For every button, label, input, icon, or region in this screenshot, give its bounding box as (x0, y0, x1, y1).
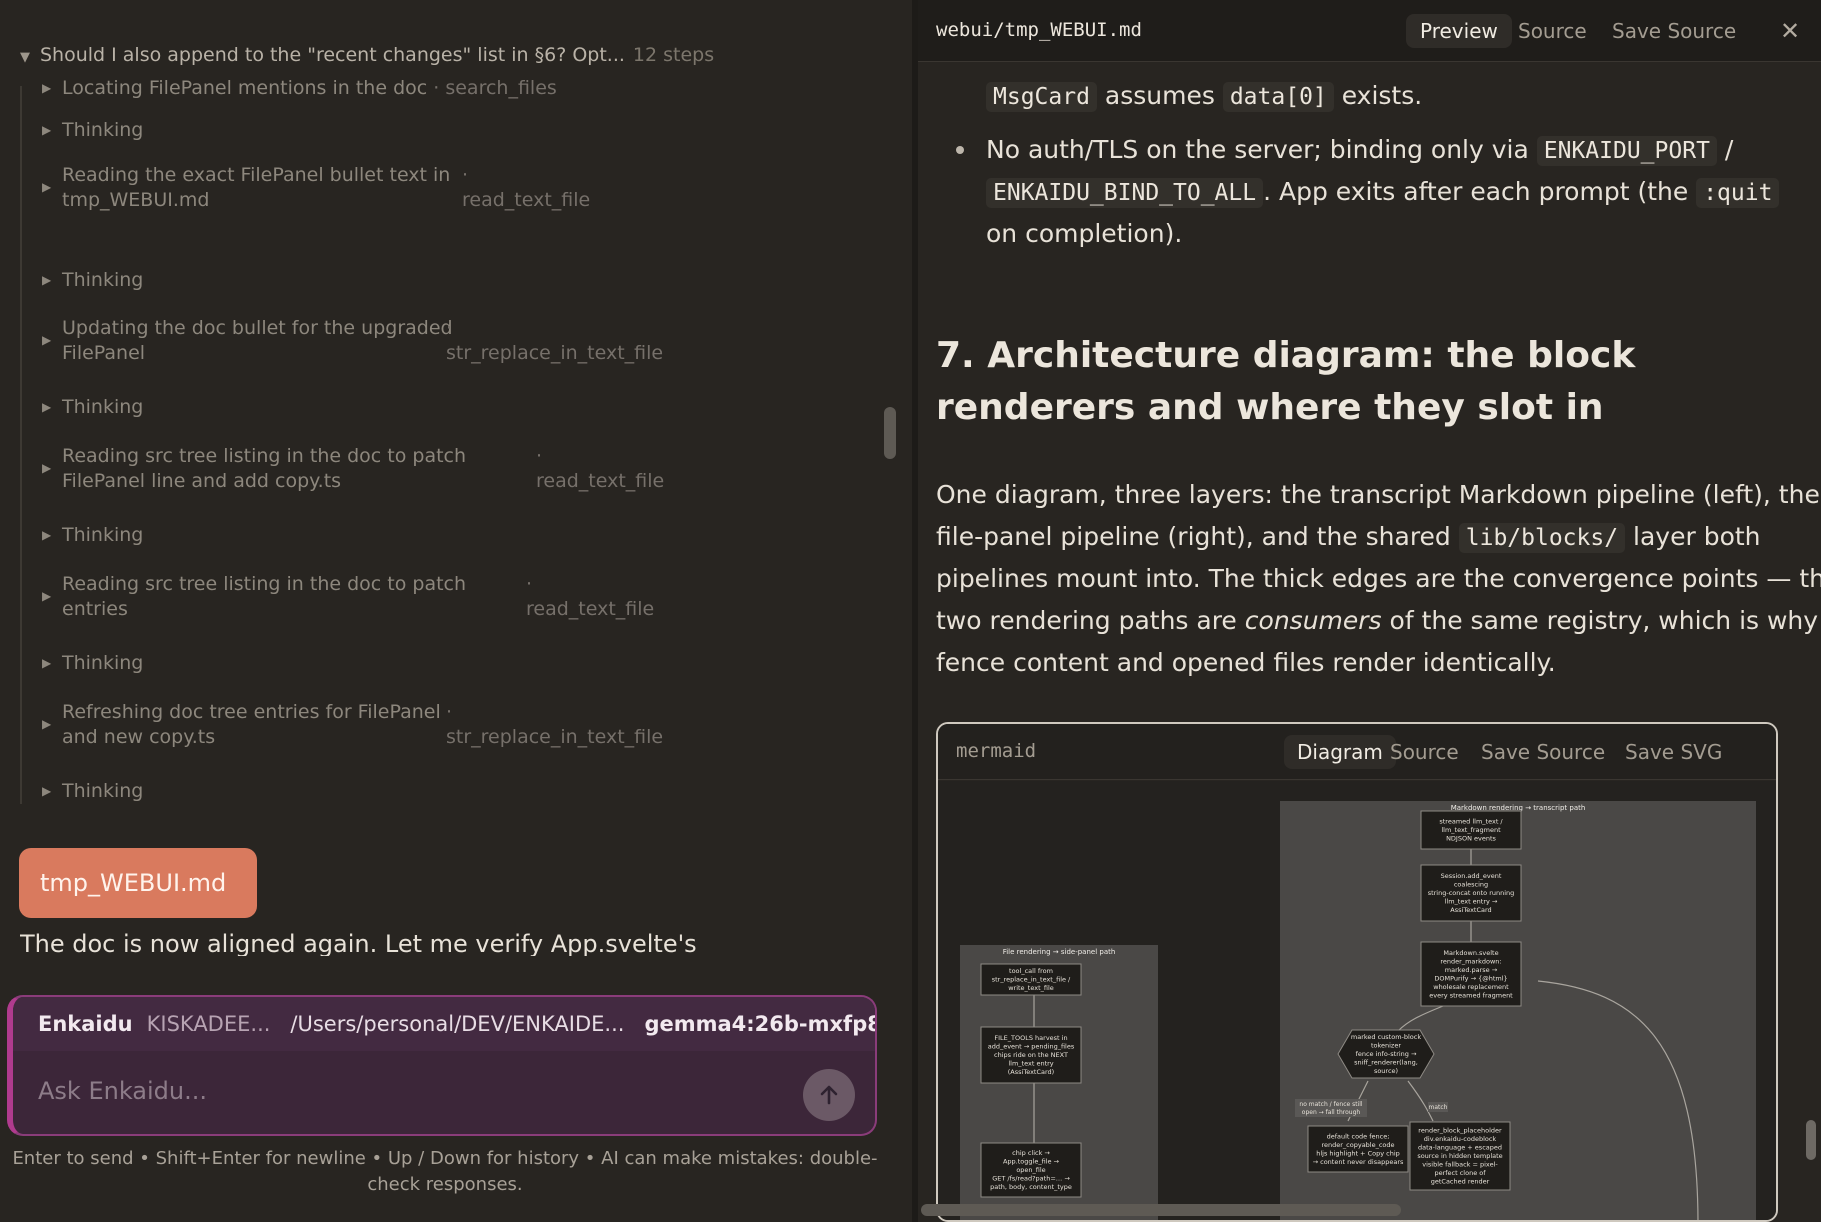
expand-triangle-icon: ▶ (42, 784, 52, 798)
bullet-line: No auth/TLS on the server; binding only … (986, 135, 1734, 166)
save-source-button[interactable]: Save Source (1468, 735, 1618, 769)
tab-source[interactable]: Source (1504, 14, 1601, 48)
expand-triangle-icon: ▶ (42, 656, 52, 670)
step-label: Locating FilePanel mentions in the doc ·… (62, 77, 557, 99)
preview-pane: webui/tmp_WEBUI.md Preview Source Save S… (918, 0, 1821, 1222)
paragraph-line: two rendering paths are consumers of the… (936, 606, 1819, 635)
send-button[interactable] (803, 1069, 855, 1121)
composer: Enkaidu KISKADEE... /Users/personal/DEV/… (7, 995, 877, 1136)
mermaid-diagram[interactable]: File rendering → side-panel path Markdown… (938, 781, 1776, 1220)
expand-triangle-icon: ▶ (42, 180, 52, 194)
session-name: KISKADEE... (146, 1012, 271, 1036)
step-label: Reading src tree listing in the doc to p… (62, 445, 467, 467)
expand-triangle-icon: ▶ (42, 333, 52, 347)
step-tool: read_text_file (536, 470, 665, 492)
working-path: /Users/personal/DEV/ENKAIDE... (290, 1012, 625, 1036)
step-tool: search_files (445, 77, 557, 99)
step-label-line2: entries (62, 598, 128, 620)
step-label-line2: FilePanel line and add copy.ts (62, 470, 342, 492)
expand-triangle-icon: ▶ (42, 717, 52, 731)
paragraph-line: One diagram, three layers: the transcrip… (936, 480, 1820, 509)
step-tool: str_replace_in_text_file (446, 726, 664, 748)
step-label: Thinking (62, 396, 144, 418)
steps-rail (20, 86, 22, 804)
paragraph-line: file-panel pipeline (right), and the sha… (936, 522, 1761, 553)
diagram-svg: File rendering → side-panel path Markdown… (960, 801, 1756, 1220)
edge-label-no-match: no match / fence still open → fall throug… (1299, 1101, 1363, 1116)
save-source-button[interactable]: Save Source (1598, 14, 1750, 48)
transcript-pane: ▼ Should I also append to the "recent cha… (0, 0, 912, 1222)
step-label: Thinking (62, 524, 144, 546)
expand-triangle-icon: ▶ (42, 123, 52, 137)
step-label-line2: and new copy.ts (62, 726, 216, 748)
bullet-line: MsgCard assumes data[0] exists. (986, 78, 1422, 115)
edge-label-match: match (1429, 1104, 1448, 1111)
file-chip[interactable]: tmp_WEBUI.md (19, 848, 257, 918)
model-name: gemma4:26b-mxfp8 (644, 1012, 877, 1036)
steps-toggle[interactable]: ▼ Should I also append to the "recent cha… (20, 44, 714, 66)
paragraph-line: pipelines mount into. The thick edges ar… (936, 564, 1821, 593)
transcript-scrollbar[interactable] (884, 407, 896, 459)
step-label: Updating the doc bullet for the upgraded (62, 317, 453, 339)
expand-triangle-icon: ▶ (42, 589, 52, 603)
bullet-dot (956, 146, 964, 154)
expand-triangle-icon: ▶ (42, 400, 52, 414)
expand-triangle-icon: ▶ (42, 528, 52, 542)
mermaid-toolbar: mermaid Diagram Source Save Source Save … (938, 724, 1776, 780)
mermaid-block: mermaid Diagram Source Save Source Save … (936, 722, 1778, 1222)
steps-header-text: Should I also append to the "recent chan… (40, 44, 625, 66)
bullet-line: ENKAIDU_BIND_TO_ALL. App exits after eac… (986, 174, 1780, 211)
save-svg-button[interactable]: Save SVG (1612, 735, 1735, 769)
bullet-line: on completion). (986, 219, 1183, 248)
code-language: mermaid (956, 740, 1037, 762)
step-label: Reading the exact FilePanel bullet text … (62, 164, 451, 186)
file-group-title: File rendering → side-panel path (1003, 948, 1116, 956)
step-tool: read_text_file (462, 189, 591, 211)
section-heading: 7. Architecture diagram: the block rende… (936, 335, 1636, 428)
tab-mermaid-source[interactable]: Source (1377, 735, 1472, 769)
assistant-message: The doc is now aligned again. Let me ver… (20, 930, 697, 956)
step-tool: str_replace_in_text_file (446, 342, 664, 364)
collapse-triangle-icon: ▼ (20, 50, 30, 65)
composer-status-bar: Enkaidu KISKADEE... /Users/personal/DEV/… (13, 997, 875, 1051)
step-label: Thinking (62, 269, 144, 291)
step-label-line2: FilePanel (62, 342, 146, 364)
node-markdown-svelte-label: Markdown.svelte render_markdown: marked.pa… (1429, 949, 1513, 1000)
expand-triangle-icon: ▶ (42, 461, 52, 475)
file-title: webui/tmp_WEBUI.md (936, 19, 1142, 41)
arrow-up-icon (820, 1085, 838, 1105)
step-label: Refreshing doc tree entries for FilePane… (62, 701, 441, 723)
step-label: Thinking (62, 780, 144, 802)
preview-vertical-scrollbar[interactable] (1806, 1120, 1816, 1160)
step-label: Thinking (62, 652, 144, 674)
paragraph-line: fence content and opened files render id… (936, 648, 1556, 677)
node-streamed-text-label: streamed llm_text / llm_text_fragment NDJS… (1439, 818, 1503, 843)
step-tool: read_text_file (526, 598, 655, 620)
step-label-line2: tmp_WEBUI.md (62, 189, 210, 211)
expand-triangle-icon: ▶ (42, 81, 52, 95)
close-icon[interactable]: ✕ (1780, 17, 1800, 45)
agent-name: Enkaidu (38, 1012, 133, 1036)
prompt-input[interactable] (38, 1071, 798, 1111)
tab-preview[interactable]: Preview (1406, 14, 1512, 48)
expand-triangle-icon: ▶ (42, 273, 52, 287)
step-label: Thinking (62, 119, 144, 141)
preview-header: webui/tmp_WEBUI.md Preview Source Save S… (918, 0, 1821, 62)
step-label: Reading src tree listing in the doc to p… (62, 573, 467, 595)
composer-hint: Enter to send • Shift+Enter for newline … (12, 1148, 878, 1195)
steps-count: 12 steps (632, 44, 715, 66)
preview-horizontal-scrollbar[interactable] (921, 1204, 1401, 1216)
